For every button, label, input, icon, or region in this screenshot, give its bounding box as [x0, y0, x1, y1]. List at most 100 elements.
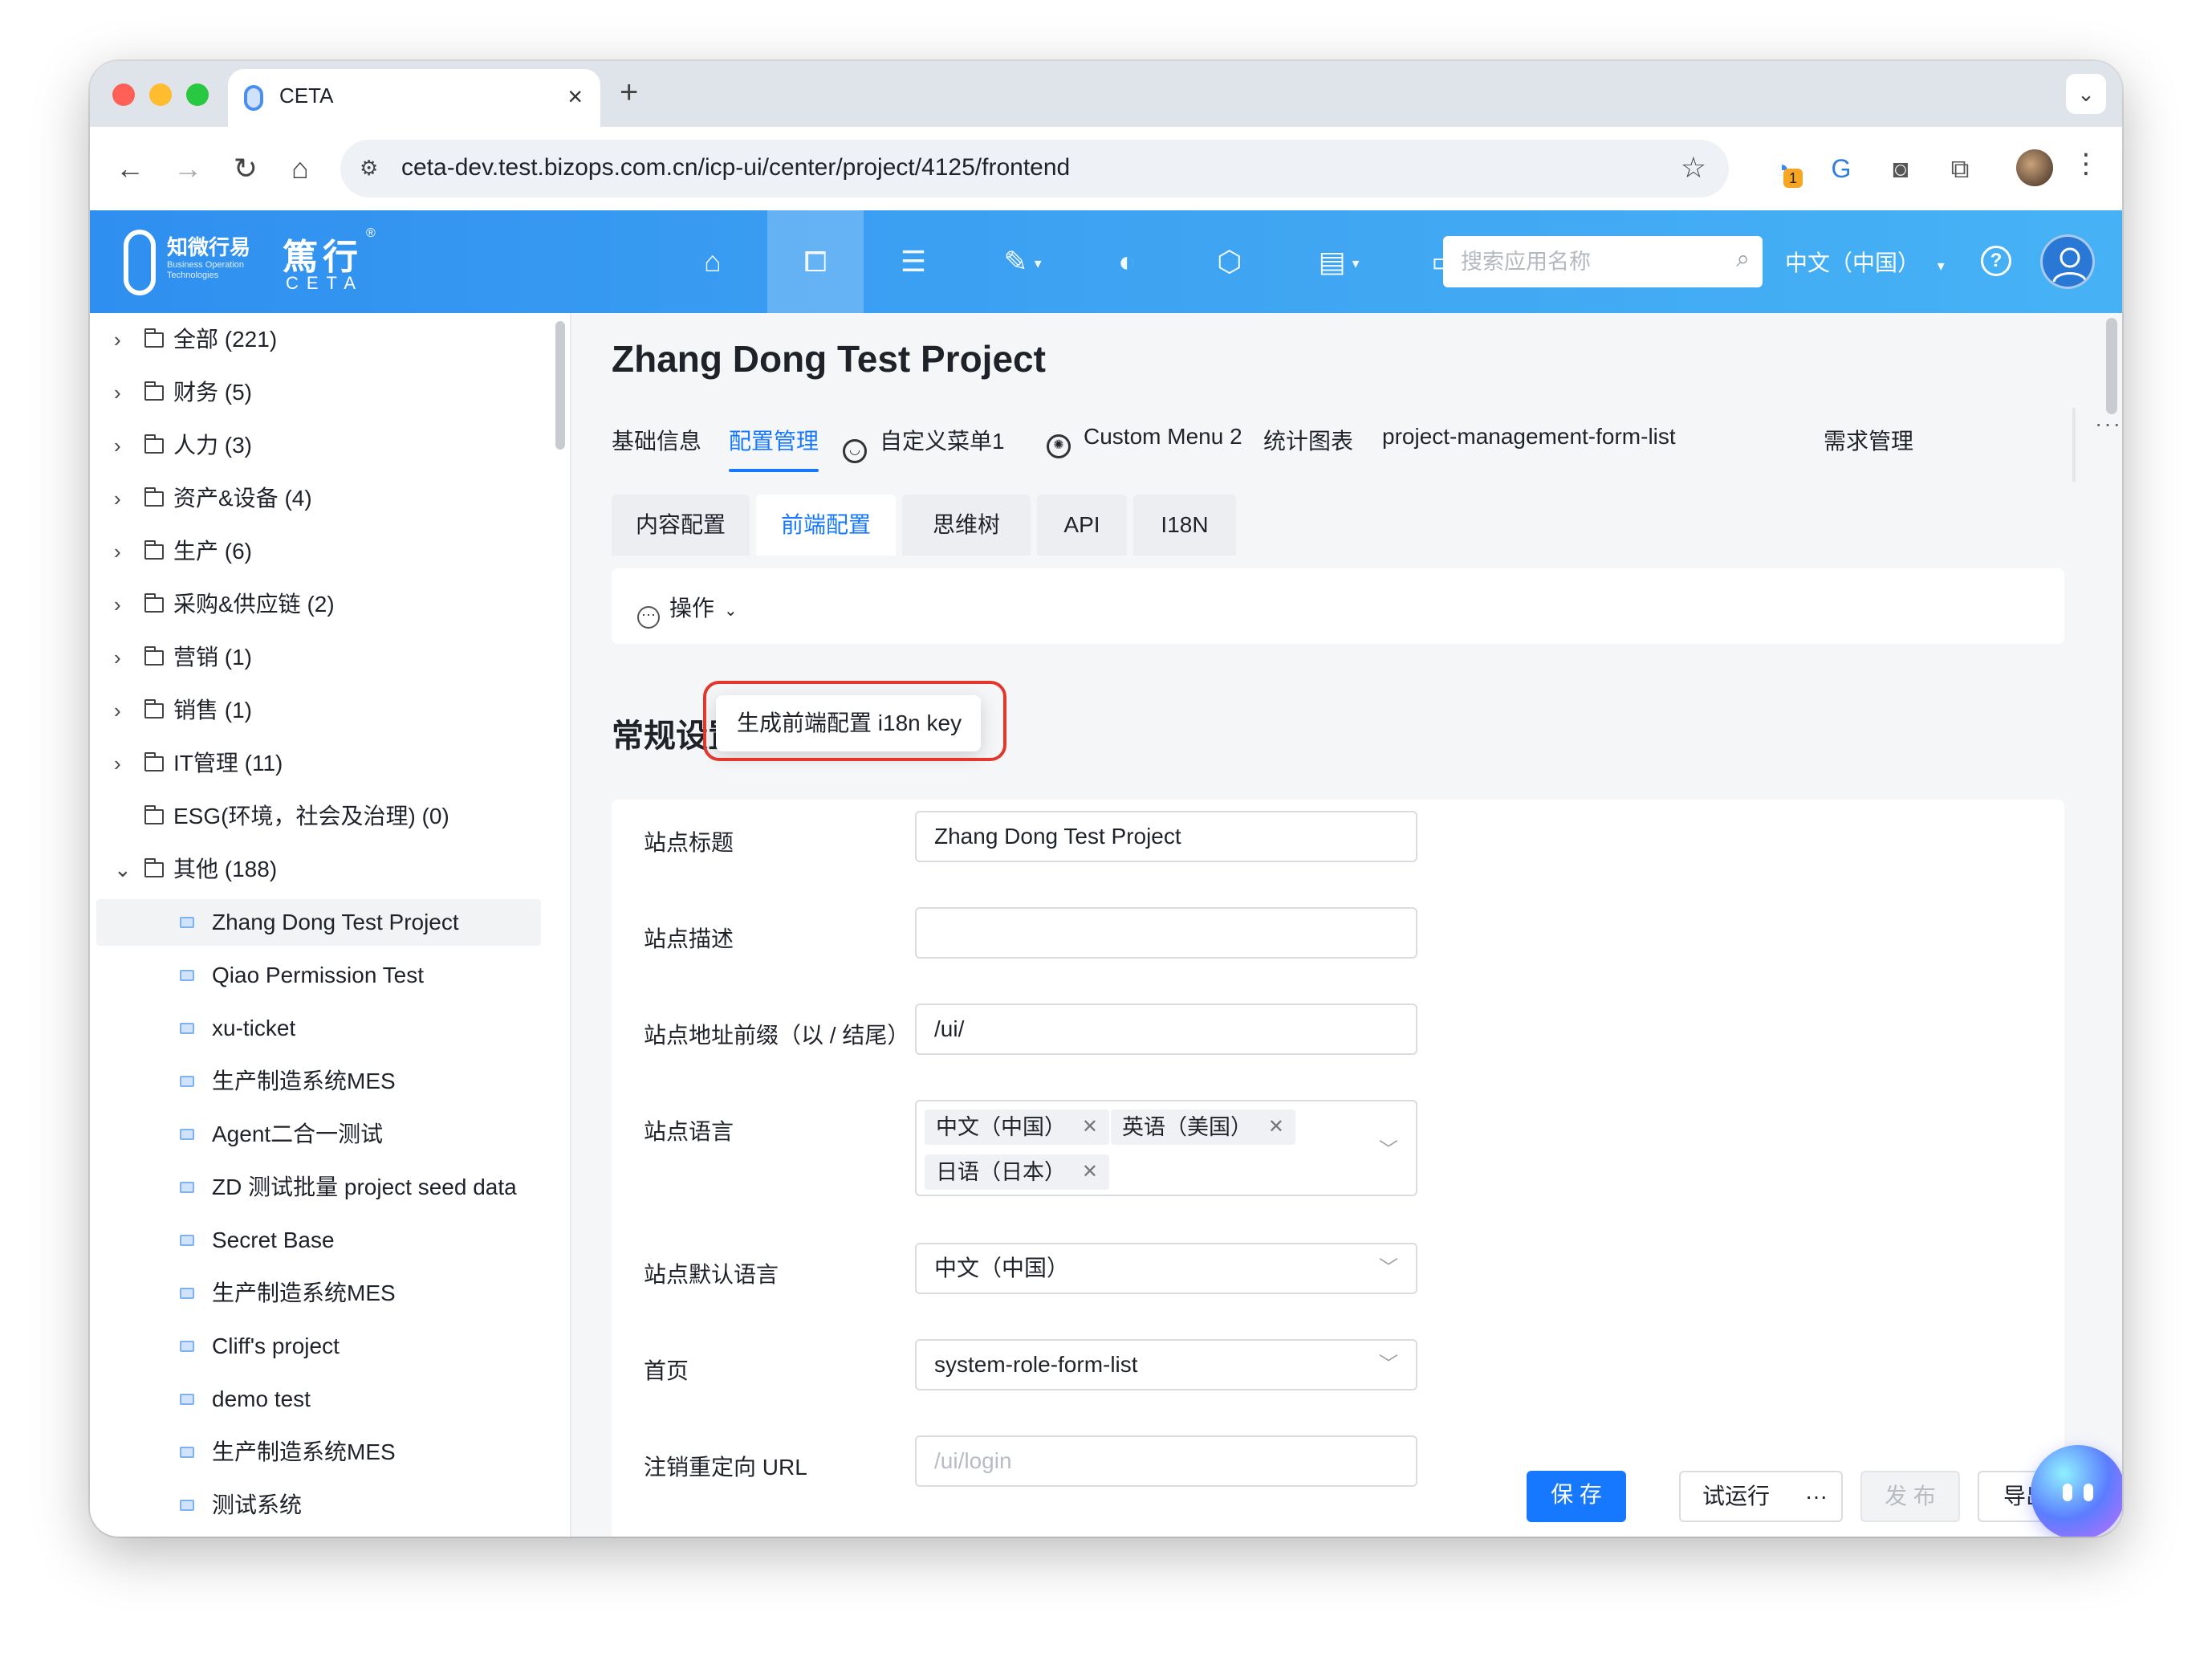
chip-close-icon[interactable]: ✕ — [1082, 1154, 1098, 1190]
tree-category[interactable]: › 财务 (5) — [90, 369, 539, 416]
tree-category[interactable]: ⌄ 其他 (188) — [90, 846, 539, 893]
browser-profile-avatar[interactable] — [2016, 149, 2053, 186]
tree-category[interactable]: › 销售 (1) — [90, 687, 539, 734]
address-url[interactable]: ceta-dev.test.bizops.com.cn/icp-ui/cente… — [401, 154, 1070, 181]
subtab-api[interactable]: API — [1037, 495, 1127, 556]
tree-project-item[interactable]: 生产制造系统MES — [96, 1058, 541, 1105]
default-language-select[interactable]: 中文（中国） ﹀ — [915, 1243, 1417, 1294]
home-page-select[interactable]: system-role-form-list ﹀ — [915, 1339, 1417, 1390]
main-scrollbar[interactable] — [2106, 318, 2117, 414]
tab-close-icon[interactable]: × — [567, 80, 583, 112]
window-minimize-button[interactable] — [149, 83, 172, 106]
chevron-right-icon[interactable]: › — [114, 687, 121, 734]
tree-project-item[interactable]: Agent二合一测试 — [96, 1111, 541, 1158]
tree-category[interactable]: › 采购&供应链 (2) — [90, 581, 539, 628]
tab-basic-info[interactable]: 基础信息 — [612, 424, 701, 472]
tab-requirements-management[interactable]: 需求管理 — [1824, 424, 1913, 472]
chevron-down-icon[interactable]: ⌄ — [114, 846, 132, 893]
tree-project-item[interactable]: 生产制造系统MES — [96, 1270, 541, 1317]
tab-statistics-charts[interactable]: 统计图表 — [1263, 424, 1353, 472]
tree-category[interactable]: › 资产&设备 (4) — [90, 475, 539, 522]
tree-category[interactable]: › 生产 (6) — [90, 528, 539, 575]
tree-category-label: 人力 (3) — [173, 433, 253, 458]
site-language-multiselect[interactable]: 中文（中国） ✕ 英语（美国） ✕ 日语（日本） ✕ ﹀ — [915, 1100, 1417, 1196]
tree-project-item[interactable]: Qiao Permission Test — [96, 952, 541, 999]
tree-project-item[interactable]: Zhang Dong Test Project — [96, 899, 541, 946]
nav-flow-icon[interactable]: ☰ — [865, 210, 962, 313]
ai-assistant-icon[interactable] — [2031, 1445, 2122, 1537]
nav-layers-icon[interactable]: ▤ ▾ — [1283, 210, 1395, 313]
reload-icon[interactable]: ↻ — [225, 148, 266, 189]
trial-run-more-button[interactable]: ··· — [1791, 1471, 1843, 1522]
tree-project-item[interactable]: demo test — [96, 1376, 541, 1423]
home-icon[interactable]: ⌂ — [279, 148, 321, 189]
publish-button[interactable]: 发 布 — [1860, 1471, 1960, 1522]
tree-category[interactable]: ESG(环境，社会及治理) (0) — [90, 793, 539, 840]
tree-category[interactable]: › 营销 (1) — [90, 634, 539, 681]
subtab-content-config[interactable]: 内容配置 — [612, 495, 750, 556]
chevron-right-icon[interactable]: › — [114, 475, 121, 522]
tab-config-management[interactable]: 配置管理 — [729, 424, 819, 472]
tab-search-chevron-icon[interactable]: ⌄ — [2066, 74, 2106, 114]
chip-close-icon[interactable]: ✕ — [1268, 1109, 1284, 1145]
browser-tab-ceta[interactable]: CETA × — [228, 69, 600, 127]
translate-icon[interactable]: G — [1822, 149, 1860, 188]
chevron-right-icon[interactable]: › — [114, 528, 121, 575]
subtab-mind-tree[interactable]: 思维树 — [902, 495, 1031, 556]
chevron-right-icon[interactable]: › — [114, 581, 121, 628]
operations-dropdown-trigger[interactable]: ··· 操作 ⌄ — [637, 591, 738, 629]
tree-category[interactable]: › 全部 (221) — [90, 316, 539, 363]
nav-apps-icon[interactable]: ⧠ — [767, 210, 864, 313]
more-tabs-icon[interactable]: ··· — [2095, 411, 2122, 437]
tree-project-item[interactable]: xu-ticket — [96, 1005, 541, 1052]
tree-category[interactable]: › IT管理 (11) — [90, 740, 539, 787]
chevron-right-icon[interactable]: › — [114, 634, 121, 681]
camera-icon[interactable]: ◙ — [1881, 149, 1920, 188]
browser-menu-icon[interactable]: ⋮ — [2072, 148, 2100, 180]
chip-close-icon[interactable]: ✕ — [1082, 1109, 1098, 1145]
nav-palette-icon[interactable]: ◐ — [1079, 210, 1175, 313]
site-prefix-input[interactable] — [915, 1004, 1417, 1055]
active-tab-underline — [729, 469, 819, 472]
sidebar-scrollbar[interactable] — [555, 321, 565, 450]
tree-project-item[interactable]: Secret Base — [96, 1217, 541, 1264]
subtab-i18n[interactable]: I18N — [1133, 495, 1236, 556]
save-button[interactable]: 保 存 — [1527, 1471, 1626, 1522]
site-title-input[interactable] — [915, 811, 1417, 862]
tree-project-item[interactable]: 测试系统 — [96, 1482, 541, 1529]
language-selector[interactable]: 中文（中国） ▾ — [1785, 246, 1945, 278]
chevron-right-icon[interactable]: › — [114, 316, 121, 363]
tab-custom-menu-1[interactable]: ◡ 自定义菜单1 — [843, 424, 1005, 472]
site-info-icon[interactable]: ⚙ — [360, 156, 385, 181]
tree-category[interactable]: › 人力 (3) — [90, 422, 539, 469]
nav-edit-icon[interactable]: ✎ ▾ — [966, 210, 1079, 313]
window-zoom-button[interactable] — [186, 83, 209, 106]
trial-run-button[interactable]: 试运行 — [1679, 1471, 1793, 1522]
forward-arrow-icon[interactable]: → — [167, 148, 209, 189]
tab-custom-menu-2[interactable]: ✺ Custom Menu 2 — [1047, 424, 1242, 472]
app-search-box[interactable]: ⌕ — [1443, 236, 1763, 287]
tree-project-item[interactable]: ZD 测试批量 project seed data — [96, 1164, 541, 1211]
tree-project-item[interactable]: 生产制造系统MES — [96, 1429, 541, 1476]
site-description-input[interactable] — [915, 907, 1417, 959]
back-arrow-icon[interactable]: ← — [109, 148, 151, 189]
app-search-input[interactable] — [1461, 247, 1718, 276]
extension-refresh-icon[interactable]: ◔ 1 — [1763, 149, 1803, 188]
new-tab-icon[interactable]: + — [620, 72, 638, 112]
user-avatar[interactable] — [2040, 234, 2095, 289]
address-bar[interactable]: ⚙ ceta-dev.test.bizops.com.cn/icp-ui/cen… — [340, 140, 1729, 197]
tree-project-item[interactable]: Cliff's project — [96, 1323, 541, 1370]
tab-project-management-form-list[interactable]: project-management-form-list — [1382, 424, 1676, 472]
logout-redirect-input[interactable] — [915, 1435, 1417, 1487]
extensions-puzzle-icon[interactable]: ⧉ — [1941, 149, 1979, 188]
nav-deploy-icon[interactable]: ⬡ — [1181, 210, 1278, 313]
subtab-frontend-config[interactable]: 前端配置 — [756, 495, 896, 556]
chevron-right-icon[interactable]: › — [114, 369, 121, 416]
chevron-right-icon[interactable]: › — [114, 740, 121, 787]
bookmark-star-icon[interactable]: ☆ — [1681, 151, 1706, 185]
window-close-button[interactable] — [112, 83, 135, 106]
help-icon[interactable]: ? — [1981, 246, 2011, 276]
chevron-right-icon[interactable]: › — [114, 422, 121, 469]
nav-home-icon[interactable]: ⌂ — [665, 210, 761, 313]
search-icon[interactable]: ⌕ — [1736, 246, 1750, 273]
